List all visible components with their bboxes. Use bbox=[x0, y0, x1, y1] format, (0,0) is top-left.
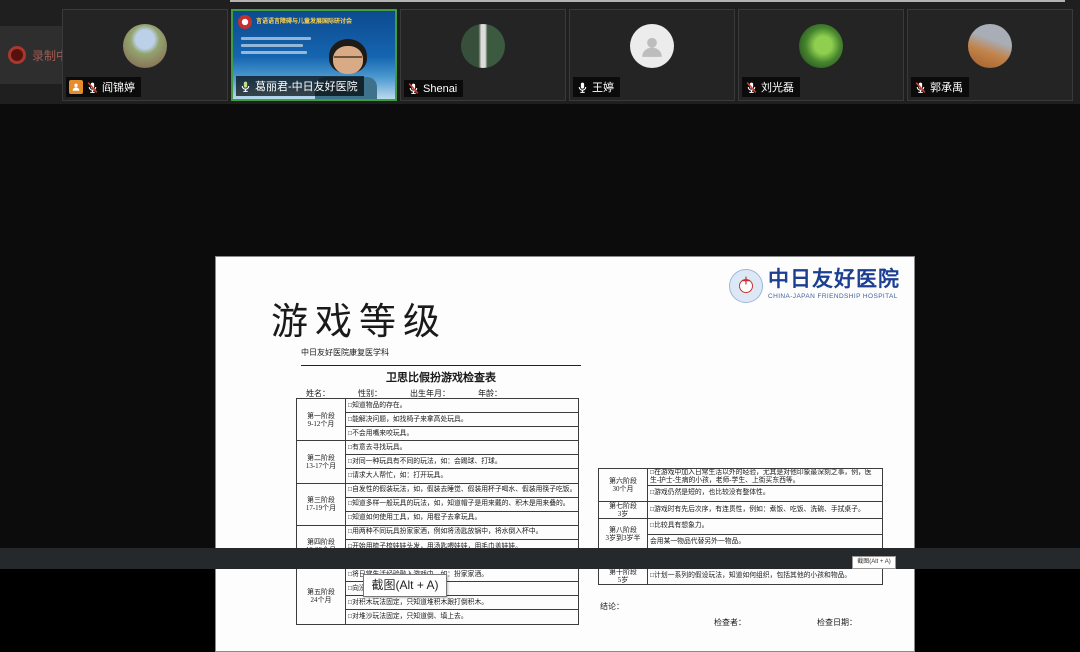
video-tile-liuguanglei[interactable]: 刘光磊 bbox=[738, 9, 904, 101]
video-tile-yanjinting[interactable]: 阎锦婷 bbox=[62, 9, 228, 101]
stage-label: 第一阶段 9-12个月 bbox=[297, 399, 346, 441]
participant-name: Shenai bbox=[423, 83, 457, 95]
checklist-item: □计划一系列的假设玩法，知道如何组织，包括其他的小孩和物品。 bbox=[648, 567, 883, 584]
checklist-row: 第三阶段 17-19个月□自发性的假装玩法，如，假装去睡觉、假装用杯子喝水、假装… bbox=[297, 483, 579, 497]
mic-muted-icon bbox=[86, 81, 99, 94]
checklist-row: 第四阶段 19-22个月□用两种不同玩具扮家家酒，例如将汤匙放锅中，将水倒入杯中… bbox=[297, 525, 579, 539]
examiner-label: 检查者： bbox=[714, 617, 746, 628]
window-top-edge bbox=[230, 0, 1065, 2]
checklist-item: □游戏时有先后次序，有连贯性，例如：煮饭、吃饭、洗碗、手拭桌子。 bbox=[648, 501, 883, 518]
name-tag: Shenai bbox=[404, 80, 463, 97]
checklist-row: 第一阶段 9-12个月□知道物品的存在。 bbox=[297, 399, 579, 413]
checklist-item: □能解决问题，如找椅子来拿高处玩具。 bbox=[346, 413, 579, 427]
hospital-name-cn: 中日友好医院 bbox=[768, 269, 900, 290]
video-tile-wangting[interactable]: 王婷 bbox=[569, 9, 735, 101]
participant-name: 王婷 bbox=[592, 79, 614, 95]
participant-name: 刘光磊 bbox=[761, 79, 794, 95]
exam-date-label: 检查日期： bbox=[817, 617, 857, 628]
field-birth-label: 出生年月： bbox=[410, 389, 450, 398]
video-tile-shenai[interactable]: Shenai bbox=[400, 9, 566, 101]
stage-label: 第六阶段 30个月 bbox=[599, 469, 648, 502]
checklist-item: □对积木玩法固定，只知道堆积木跟打倒积木。 bbox=[346, 596, 579, 610]
field-name-label: 姓名： bbox=[306, 389, 330, 398]
name-tag: 阎锦婷 bbox=[66, 77, 141, 97]
checklist-item: □在游戏中加入日常生活以外的经验，尤其是对他印象最深刻之事，例，医生-护士-生病… bbox=[648, 469, 883, 486]
stage-label: 第二阶段 13-17个月 bbox=[297, 441, 346, 483]
checklist-item: □不会用嘴来咬玩具。 bbox=[346, 427, 579, 441]
checklist-row: 第二阶段 13-17个月□有意去寻找玩具。 bbox=[297, 441, 579, 455]
checklist-item: □游戏仍然是短的，也比较没有整体性。 bbox=[648, 485, 883, 501]
participant-tiles: 阎锦婷 言语语言障碍与儿童发展国际研讨会 葛丽君-中日友好医院 bbox=[62, 9, 1073, 101]
record-dot-icon bbox=[8, 46, 26, 64]
checklist-item: □知道如何使用工具，如，用棍子去拿玩具。 bbox=[346, 511, 579, 525]
avatar bbox=[123, 24, 167, 68]
hospital-emblem-icon bbox=[729, 269, 763, 303]
checklist-item: □知道物品的存在。 bbox=[346, 399, 579, 413]
checklist-row: 第七阶段 3岁□游戏时有先后次序，有连贯性，例如：煮饭、吃饭、洗碗、手拭桌子。 bbox=[599, 501, 883, 518]
recording-indicator: 录制中 bbox=[0, 26, 62, 84]
slide-text-line bbox=[241, 37, 311, 40]
name-tag: 王婷 bbox=[573, 77, 620, 97]
stage-label: 第七阶段 3岁 bbox=[599, 501, 648, 518]
mic-muted-icon bbox=[745, 81, 758, 94]
checklist-item: □用两种不同玩具扮家家酒，例如将汤匙放锅中，将水倒入杯中。 bbox=[346, 525, 579, 539]
stage-label: 第三阶段 17-19个月 bbox=[297, 483, 346, 525]
form-title: 卫思比假扮游戏检查表 bbox=[301, 369, 581, 385]
avatar-default bbox=[630, 24, 674, 68]
checklist-item: □自发性的假装玩法，如，假装去睡觉、假装用杯子喝水、假装用筷子吃饭。 bbox=[346, 483, 579, 497]
slide-text-line bbox=[241, 44, 303, 47]
hospital-logo: 中日友好医院 CHINA-JAPAN FRIENDSHIP HOSPITAL bbox=[729, 269, 900, 303]
checklist-item: □对堆沙玩法固定，只知道倒、填上去。 bbox=[346, 610, 579, 624]
avatar bbox=[799, 24, 843, 68]
checklist-row: 第十阶段 5岁□计划一系列的假设玩法，知道如何组织，包括其他的小孩和物品。 bbox=[599, 567, 883, 584]
avatar bbox=[461, 24, 505, 68]
participant-name: 阎锦婷 bbox=[102, 79, 135, 95]
role-badge-icon bbox=[69, 80, 83, 94]
name-tag: 郭承禹 bbox=[911, 77, 969, 97]
video-tile-guochengyu[interactable]: 郭承禹 bbox=[907, 9, 1073, 101]
field-age-label: 年龄： bbox=[478, 389, 502, 398]
bottom-bar bbox=[0, 548, 1080, 569]
page-title: 游戏等级 bbox=[271, 291, 447, 345]
screenshot-tooltip-small: 截图(Alt + A) bbox=[852, 556, 896, 569]
field-gender-label: 性别： bbox=[358, 389, 382, 398]
name-tag: 葛丽君-中日友好医院 bbox=[236, 76, 364, 96]
mic-muted-icon bbox=[914, 81, 927, 94]
shared-screen-area: 游戏等级 中日友好医院 CHINA-JAPAN FRIENDSHIP HOSPI… bbox=[0, 104, 1080, 569]
stage-label: 第五阶段 24个月 bbox=[297, 568, 346, 624]
video-strip: 录制中 阎锦婷 言语语言障碍与儿童发展国际研讨会 bbox=[0, 0, 1080, 104]
checklist-row: 第六阶段 30个月□在游戏中加入日常生活以外的经验，尤其是对他印象最深刻之事，例… bbox=[599, 469, 883, 486]
conference-logo-icon bbox=[238, 15, 252, 29]
checklist-item: □请求大人帮忙，如：打开玩具。 bbox=[346, 469, 579, 483]
person-icon bbox=[639, 33, 665, 59]
mic-on-icon bbox=[239, 80, 252, 93]
checklist-item: □比较具有想象力。 bbox=[648, 518, 883, 534]
participant-name: 郭承禹 bbox=[930, 79, 963, 95]
checklist-item: □对同一种玩具有不同的玩法，如：会踢球、打球。 bbox=[346, 455, 579, 469]
conclusion-label: 结论： bbox=[600, 601, 624, 612]
participant-name: 葛丽君-中日友好医院 bbox=[255, 78, 358, 94]
mic-muted-icon bbox=[407, 82, 420, 95]
department-line: 中日友好医院康复医学科 bbox=[301, 347, 581, 366]
slide-title: 言语语言障碍与儿童发展国际研讨会 bbox=[256, 16, 393, 25]
checklist-item: □有意去寻找玩具。 bbox=[346, 441, 579, 455]
name-tag: 刘光磊 bbox=[742, 77, 800, 97]
screenshot-tooltip: 截图(Alt + A) bbox=[363, 574, 447, 597]
checklist-item: □知道多样一般玩具的玩法，如，知道帽子是用来戴的、积木是用来叠的。 bbox=[346, 497, 579, 511]
stage-label: 第十阶段 5岁 bbox=[599, 567, 648, 584]
shared-document-page: 游戏等级 中日友好医院 CHINA-JAPAN FRIENDSHIP HOSPI… bbox=[215, 256, 915, 652]
hospital-name-en: CHINA-JAPAN FRIENDSHIP HOSPITAL bbox=[768, 293, 900, 300]
checklist-row: 第八阶段 3岁到3岁半□比较具有想象力。 bbox=[599, 518, 883, 534]
avatar bbox=[968, 24, 1012, 68]
video-tile-gelijun[interactable]: 言语语言障碍与儿童发展国际研讨会 葛丽君-中日友好医院 bbox=[231, 9, 397, 101]
slide-text-line bbox=[241, 51, 307, 54]
stage-label: 第八阶段 3岁到3岁半 bbox=[599, 518, 648, 550]
mic-on-icon bbox=[576, 81, 589, 94]
